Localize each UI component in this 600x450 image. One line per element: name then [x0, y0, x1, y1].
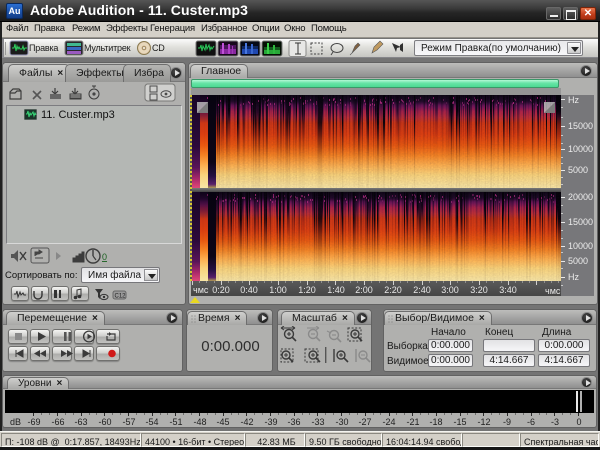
svg-text:-48: -48: [193, 417, 206, 427]
svg-text:-6: -6: [527, 417, 535, 427]
svg-text:0: 0: [576, 417, 581, 427]
svg-text:0: 0: [102, 252, 107, 262]
svg-text:-54: -54: [145, 417, 158, 427]
svg-text:-12: -12: [477, 417, 490, 427]
svg-text:-33: -33: [311, 417, 324, 427]
svg-text:C12: C12: [115, 294, 127, 300]
svg-text:-30: -30: [335, 417, 348, 427]
svg-text:-63: -63: [74, 417, 87, 427]
svg-text:-69: -69: [27, 417, 40, 427]
svg-text:-60: -60: [98, 417, 111, 427]
svg-text:-66: -66: [51, 417, 64, 427]
svg-text:-51: -51: [169, 417, 182, 427]
svg-text:-3: -3: [551, 417, 559, 427]
svg-text:-39: -39: [264, 417, 277, 427]
svg-text:-18: -18: [429, 417, 442, 427]
svg-text:-27: -27: [358, 417, 371, 427]
svg-text:-45: -45: [216, 417, 229, 427]
svg-text:-24: -24: [382, 417, 395, 427]
svg-text:-21: -21: [406, 417, 419, 427]
svg-text:dB: dB: [10, 417, 21, 427]
svg-text:-15: -15: [453, 417, 466, 427]
svg-text:-36: -36: [287, 417, 300, 427]
svg-text:-9: -9: [503, 417, 511, 427]
svg-text:-57: -57: [122, 417, 135, 427]
svg-text:-42: -42: [240, 417, 253, 427]
